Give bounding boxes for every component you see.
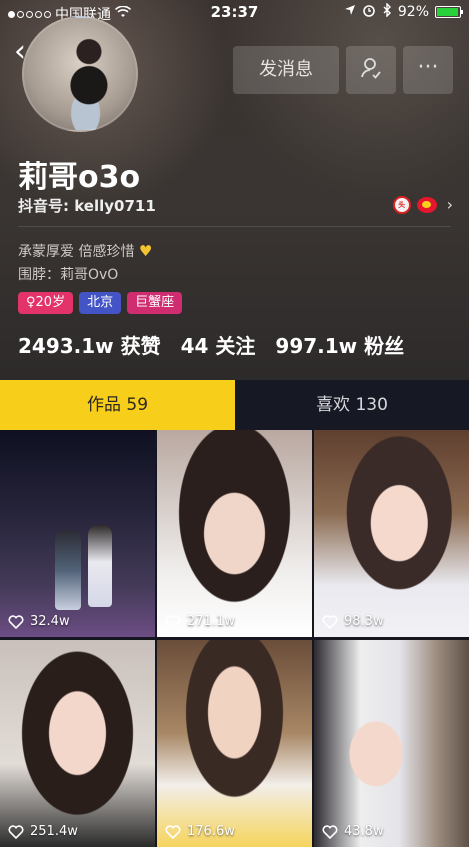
bio-text: 承蒙厚爱 倍感珍惜 xyxy=(18,244,135,260)
like-count-value: 32.4w xyxy=(30,614,70,629)
user-follow-icon xyxy=(359,56,383,84)
profile-tags: ♀20岁 北京 巨蟹座 xyxy=(18,292,183,314)
video-thumbnail[interactable]: 98.3w xyxy=(314,430,469,637)
heart-outline-icon xyxy=(8,614,24,629)
status-icons: 92% xyxy=(344,2,463,21)
social-links[interactable]: 头 › xyxy=(392,195,453,214)
profile-bio: 承蒙厚爱 倍感珍惜 ♥ xyxy=(18,241,152,261)
profile-stats: 2493.1w 获赞 44 关注 997.1w 粉丝 xyxy=(18,330,404,359)
divider xyxy=(18,226,451,227)
battery-percent: 92% xyxy=(397,4,429,20)
followers-count[interactable]: 997.1w 粉丝 xyxy=(275,330,404,359)
video-grid: 32.4w 271.1w 98.3w 251.4w 176.6w 43.8w xyxy=(0,430,469,847)
video-thumbnail[interactable]: 43.8w xyxy=(314,640,469,847)
like-count: 32.4w xyxy=(8,614,70,629)
like-count-value: 43.8w xyxy=(344,824,384,839)
more-options-button[interactable]: ··· xyxy=(403,46,453,94)
age-tag: ♀20岁 xyxy=(18,292,74,314)
toutiao-icon[interactable]: 头 xyxy=(392,195,411,214)
heart-outline-icon xyxy=(8,824,24,839)
heart-outline-icon xyxy=(165,614,181,629)
send-message-button[interactable]: 发消息 xyxy=(233,46,339,94)
city-tag: 北京 xyxy=(79,292,122,314)
heart-outline-icon xyxy=(322,824,338,839)
like-count: 271.1w xyxy=(165,614,235,629)
likes-count: 2493.1w 获赞 xyxy=(18,334,161,358)
like-count: 176.6w xyxy=(165,824,235,839)
video-thumbnail[interactable]: 271.1w xyxy=(157,430,312,637)
tab-liked[interactable]: 喜欢 130 xyxy=(235,380,469,430)
profile-nickname: 莉哥o3o xyxy=(18,160,141,195)
bluetooth-icon xyxy=(382,2,392,21)
heart-outline-icon xyxy=(322,614,338,629)
weibo-handle: 围脖：莉哥OvO xyxy=(18,267,119,283)
back-button[interactable]: ‹ xyxy=(14,37,40,68)
like-count-value: 271.1w xyxy=(187,614,235,629)
tab-works[interactable]: 作品 59 xyxy=(0,380,235,430)
weibo-icon[interactable] xyxy=(416,196,437,213)
like-count-value: 98.3w xyxy=(344,614,384,629)
battery-icon xyxy=(435,6,463,18)
alarm-icon xyxy=(362,3,376,21)
like-count: 98.3w xyxy=(322,614,384,629)
heart-outline-icon xyxy=(165,824,181,839)
zodiac-tag: 巨蟹座 xyxy=(127,292,183,314)
chevron-right-icon[interactable]: › xyxy=(447,195,453,214)
douyin-id: 抖音号: kelly0711 xyxy=(18,197,156,215)
location-icon xyxy=(344,4,356,20)
following-count[interactable]: 44 关注 xyxy=(181,330,256,359)
chevron-left-icon: ‹ xyxy=(14,34,26,69)
video-thumbnail[interactable]: 251.4w xyxy=(0,640,155,847)
video-thumbnail[interactable]: 32.4w xyxy=(0,430,155,637)
like-count-value: 176.6w xyxy=(187,824,235,839)
like-count: 251.4w xyxy=(8,824,78,839)
follow-button[interactable] xyxy=(346,46,396,94)
like-count-value: 251.4w xyxy=(30,824,78,839)
video-thumbnail[interactable]: 176.6w xyxy=(157,640,312,847)
yellow-heart-icon: ♥ xyxy=(138,242,153,260)
like-count: 43.8w xyxy=(322,824,384,839)
avatar[interactable] xyxy=(22,16,138,132)
content-tabs: 作品 59 喜欢 130 xyxy=(0,380,469,430)
